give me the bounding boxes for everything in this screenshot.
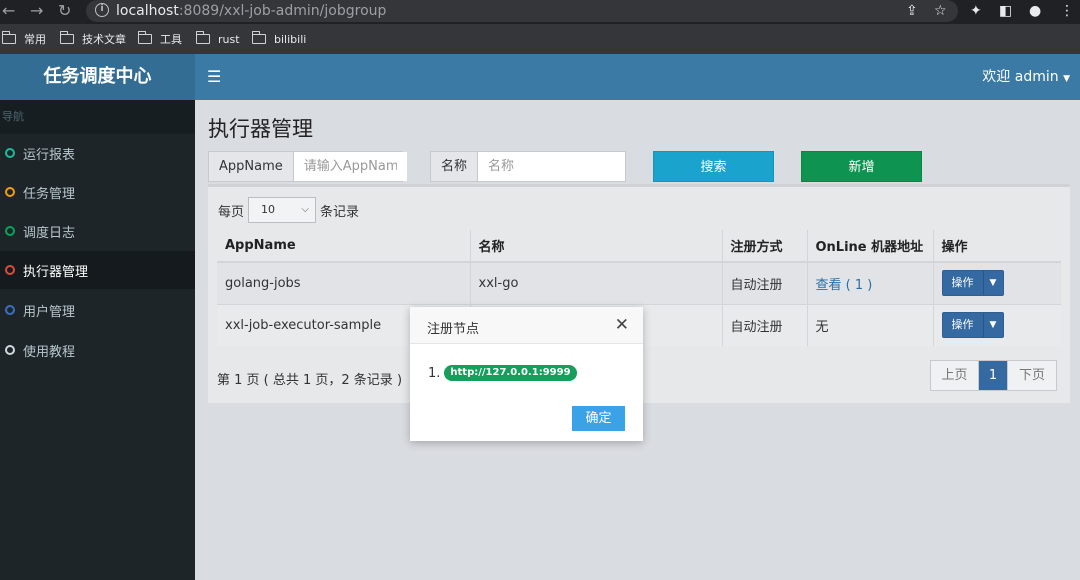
cell-name: xxl-go xyxy=(470,261,723,304)
page-size-control: 每页 10 ⌵ 条记录 xyxy=(218,197,359,223)
table-row: golang-jobs xxl-go 自动注册 查看 ( 1 ) 操作 ▼ xyxy=(217,261,1061,304)
address-bar[interactable]: i localhost:8089/xxl-job-admin/jobgroup … xyxy=(86,0,958,22)
prev-page-button[interactable]: 上页 xyxy=(931,361,979,390)
folder-icon xyxy=(59,31,74,44)
sidebar-header: 导航 xyxy=(0,100,195,134)
page-number-button[interactable]: 1 xyxy=(979,361,1008,390)
cell-reg-type: 自动注册 xyxy=(722,303,808,346)
folder-icon xyxy=(137,31,152,44)
sidebar: 导航 运行报表 任务管理 调度日志 执行器管理 用户管理 使用教程 xyxy=(0,100,195,580)
search-button[interactable]: 搜索 xyxy=(653,151,774,182)
name-label: 名称 xyxy=(431,152,479,181)
pagination-info: 第 1 页 ( 总共 1 页，2 条记录 ) xyxy=(217,373,403,388)
operation-dropdown-button[interactable]: 操作 ▼ xyxy=(941,312,1004,339)
menu-toggle-icon[interactable]: ☰ xyxy=(207,67,221,87)
reload-icon[interactable]: ↻ xyxy=(58,1,71,21)
appname-input[interactable] xyxy=(293,152,407,181)
url-text: localhost:8089/xxl-job-admin/jobgroup xyxy=(116,3,387,19)
dialog-header: 注册节点 ✕ xyxy=(410,307,643,344)
confirm-button[interactable]: 确定 xyxy=(572,406,625,431)
operation-dropdown-button[interactable]: 操作 ▼ xyxy=(941,270,1004,297)
chevron-down-icon: ⌵ xyxy=(301,204,310,215)
more-menu-icon[interactable]: ⋮ xyxy=(1060,2,1074,20)
cell-reg-type: 自动注册 xyxy=(722,261,808,304)
page-size-select[interactable]: 10 ⌵ xyxy=(248,197,317,223)
folder-icon xyxy=(251,31,266,44)
app-header: 任务调度中心 ☰ 欢迎 admin ▼ xyxy=(0,54,1080,100)
circle-icon xyxy=(5,305,15,315)
bookmark-folder[interactable]: rust xyxy=(195,31,240,46)
info-icon[interactable]: i xyxy=(95,3,109,17)
circle-icon xyxy=(5,187,15,197)
close-icon[interactable]: ✕ xyxy=(615,315,629,335)
caret-down-icon: ▼ xyxy=(982,271,1003,296)
circle-icon xyxy=(5,226,15,236)
app-logo[interactable]: 任务调度中心 xyxy=(0,54,195,100)
bookmarks-bar: 常用 技术文章 工具 rust bilibili xyxy=(0,24,1080,54)
node-address-badge: http://127.0.0.1:9999 xyxy=(444,365,577,381)
node-list-item: 1. http://127.0.0.1:9999 xyxy=(428,365,577,381)
sidebar-item-users[interactable]: 用户管理 xyxy=(0,291,195,329)
cell-online: 无 xyxy=(807,303,934,346)
column-header[interactable]: AppName xyxy=(217,230,471,263)
cell-appname: golang-jobs xyxy=(217,261,471,304)
folder-icon xyxy=(195,31,210,44)
bookmark-folder[interactable]: 工具 xyxy=(137,31,182,46)
side-panel-icon[interactable]: ◧ xyxy=(999,2,1012,20)
sidebar-item-logs[interactable]: 调度日志 xyxy=(0,212,195,250)
forward-icon[interactable]: → xyxy=(30,1,43,21)
sidebar-item-tutorial[interactable]: 使用教程 xyxy=(0,331,195,369)
bookmark-folder[interactable]: 技术文章 xyxy=(59,31,126,46)
column-header: 操作 xyxy=(933,230,1061,263)
column-header[interactable]: 名称 xyxy=(470,230,723,263)
star-icon[interactable]: ☆ xyxy=(934,2,947,20)
sidebar-item-report[interactable]: 运行报表 xyxy=(0,134,195,172)
column-header[interactable]: 注册方式 xyxy=(722,230,808,263)
extensions-icon[interactable]: ✦ xyxy=(970,2,982,20)
browser-toolbar: ← → ↻ i localhost:8089/xxl-job-admin/job… xyxy=(0,0,1080,24)
appname-filter: AppName xyxy=(208,151,407,182)
circle-icon xyxy=(5,148,15,158)
caret-down-icon: ▼ xyxy=(982,313,1003,338)
column-header[interactable]: OnLine 机器地址 xyxy=(807,230,934,263)
bookmark-folder[interactable]: bilibili xyxy=(251,31,306,46)
dialog-title: 注册节点 xyxy=(427,322,480,337)
pagination: 上页 1 下页 xyxy=(930,360,1057,391)
profile-icon[interactable]: ● xyxy=(1029,2,1041,20)
folder-icon xyxy=(1,31,16,44)
circle-icon xyxy=(5,345,15,355)
share-icon[interactable]: ⇪ xyxy=(906,2,918,20)
caret-down-icon: ▼ xyxy=(1063,74,1070,84)
page-title: 执行器管理 xyxy=(208,117,313,141)
sidebar-item-executors[interactable]: 执行器管理 xyxy=(0,251,195,289)
add-button[interactable]: 新增 xyxy=(801,151,922,182)
view-online-link[interactable]: 查看 ( 1 ) xyxy=(816,278,873,293)
sidebar-item-jobs[interactable]: 任务管理 xyxy=(0,173,195,211)
next-page-button[interactable]: 下页 xyxy=(1008,361,1056,390)
bookmark-folder[interactable]: 常用 xyxy=(1,31,46,46)
appname-label: AppName xyxy=(209,152,294,181)
name-input[interactable] xyxy=(478,152,623,181)
circle-icon xyxy=(5,265,15,275)
name-filter: 名称 xyxy=(430,151,626,182)
back-icon[interactable]: ← xyxy=(2,1,15,21)
user-menu[interactable]: 欢迎 admin ▼ xyxy=(982,68,1070,88)
